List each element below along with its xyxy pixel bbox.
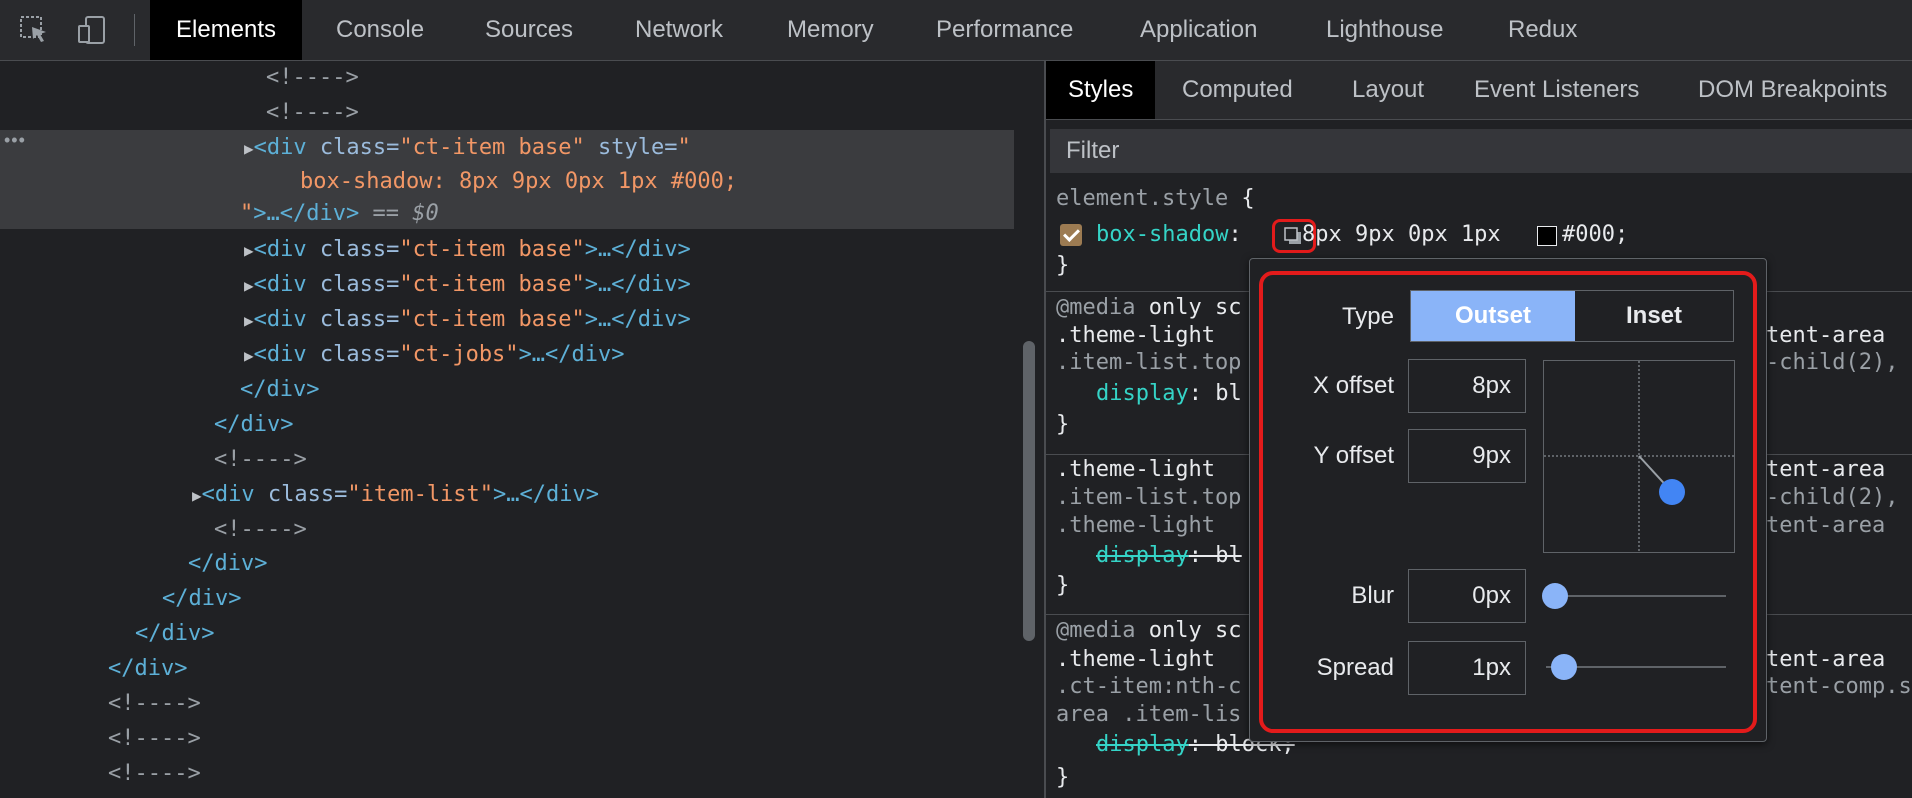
rule-selector[interactable]: .theme-light [1056, 455, 1228, 485]
element-style-close: } [1056, 253, 1070, 278]
rule-selector[interactable]: .item-list.top [1056, 348, 1241, 378]
toolbar-divider [134, 14, 135, 46]
rule-selector-right: tent-area [1766, 513, 1886, 538]
tree-line-div[interactable]: ▶<div class="item-list">…</div> [192, 478, 599, 512]
expand-triangle-icon[interactable]: ▶ [244, 139, 254, 158]
tab-elements[interactable]: Elements [150, 0, 303, 60]
tree-line-close-div[interactable]: </div> [240, 373, 319, 407]
tree-line-close-div[interactable]: </div> [214, 408, 293, 442]
tree-line-comment[interactable]: <!----> [108, 687, 201, 721]
tree-line-comment[interactable]: <!----> [214, 513, 307, 547]
tab-lighthouse[interactable]: Lighthouse [1300, 0, 1469, 60]
sidebar-tabs: Styles Computed Layout Event Listeners D… [1046, 61, 1912, 120]
rule-selector-right: tent-comp.s [1766, 674, 1912, 699]
rule-selector[interactable]: area .item-lis [1056, 700, 1241, 730]
rule-selector-right: tent-area [1766, 457, 1886, 482]
rule-selector-right: tent-area [1766, 647, 1886, 672]
rule-selector-right: -child(2), [1766, 485, 1899, 510]
tab-performance[interactable]: Performance [910, 0, 1099, 60]
tree-line-selected-div[interactable]: ▶<div class="ct-item base" style=" [244, 131, 691, 165]
tree-line-close-div[interactable]: </div> [108, 652, 187, 686]
rule-close: } [1056, 765, 1070, 790]
tab-memory[interactable]: Memory [761, 0, 900, 60]
tree-line-comment[interactable]: <!----> [108, 722, 201, 756]
rule-selector-right: tent-area [1766, 323, 1886, 348]
tree-line-close-div[interactable]: </div> [188, 547, 267, 581]
styles-filter-input[interactable]: Filter [1050, 129, 1912, 173]
tree-line-close-div[interactable]: </div> [135, 617, 214, 651]
expand-triangle-icon[interactable]: ▶ [192, 486, 202, 505]
tab-application[interactable]: Application [1114, 0, 1283, 60]
rule-close: } [1056, 573, 1070, 598]
box-shadow-value[interactable]: 8px 9px 0px 1px [1302, 220, 1501, 250]
rule-property[interactable]: display: bl [1096, 379, 1242, 409]
device-toolbar-icon[interactable] [76, 14, 108, 46]
rule-selector[interactable]: .ct-item:nth-c [1056, 672, 1241, 702]
tree-line-div[interactable]: ▶<div class="ct-item base">…</div> [244, 268, 691, 302]
tab-event-listeners[interactable]: Event Listeners [1452, 61, 1661, 119]
box-shadow-color[interactable]: #000; [1562, 220, 1628, 250]
tree-line-style-value[interactable]: box-shadow: 8px 9px 0px 1px #000; [300, 165, 737, 199]
shadow-swatch-icon[interactable] [1284, 227, 1302, 245]
tree-line-close-div[interactable]: </div> [162, 582, 241, 616]
tree-line-comment[interactable]: <!----> [266, 96, 359, 130]
rule-media: @media only sc [1056, 295, 1242, 320]
rule-close: } [1056, 412, 1070, 437]
elements-scrollbar[interactable] [1014, 61, 1044, 798]
property-checkbox[interactable] [1060, 224, 1082, 246]
tree-line-div[interactable]: ▶<div class="ct-item base">…</div> [244, 303, 691, 337]
tab-console[interactable]: Console [310, 0, 450, 60]
expand-triangle-icon[interactable]: ▶ [244, 346, 254, 365]
rule-media: @media only sc [1056, 618, 1242, 643]
box-shadow-property[interactable]: box-shadow: [1096, 220, 1242, 250]
tab-layout[interactable]: Layout [1330, 61, 1446, 119]
tab-network[interactable]: Network [609, 0, 749, 60]
rule-selector[interactable]: .theme-light [1056, 321, 1228, 351]
expand-triangle-icon[interactable]: ▶ [244, 311, 254, 330]
tree-line-comment[interactable]: <!----> [214, 443, 307, 477]
tab-redux[interactable]: Redux [1482, 0, 1603, 60]
expand-triangle-icon[interactable]: ▶ [244, 276, 254, 295]
devtools-toolbar: Elements Console Sources Network Memory … [0, 0, 1912, 61]
tree-line-div[interactable]: ▶<div class="ct-jobs">…</div> [244, 338, 625, 372]
elements-tree: ••• <!----> <!----> ▶<div class="ct-item… [0, 61, 1014, 798]
tree-line-comment[interactable]: <!----> [108, 757, 201, 791]
tab-dom-breakpoints[interactable]: DOM Breakpoints [1676, 61, 1909, 119]
color-swatch[interactable] [1537, 226, 1557, 246]
tab-computed[interactable]: Computed [1160, 61, 1315, 119]
tree-line-div[interactable]: ▶<div class="ct-item base">…</div> [244, 233, 691, 267]
tree-line-comment[interactable]: <!----> [266, 61, 359, 95]
more-options-dots[interactable]: ••• [4, 130, 26, 151]
inspect-element-icon[interactable] [18, 14, 50, 46]
rule-selector[interactable]: .item-list.top [1056, 483, 1241, 513]
scrollbar-thumb[interactable] [1023, 341, 1035, 641]
expand-triangle-icon[interactable]: ▶ [244, 241, 254, 260]
element-style-selector[interactable]: element.style { [1056, 184, 1255, 214]
editor-highlight-outline [1259, 271, 1757, 733]
tree-line-selected-end[interactable]: ">…</div> == $0 [240, 197, 439, 231]
rule-selector[interactable]: .theme-light [1056, 645, 1228, 675]
tab-styles[interactable]: Styles [1046, 61, 1156, 119]
tab-sources[interactable]: Sources [459, 0, 599, 60]
rule-selector-right: -child(2), [1766, 350, 1899, 375]
rule-property-overridden[interactable]: display: bl [1096, 541, 1242, 571]
rule-selector[interactable]: .theme-light [1056, 511, 1228, 541]
